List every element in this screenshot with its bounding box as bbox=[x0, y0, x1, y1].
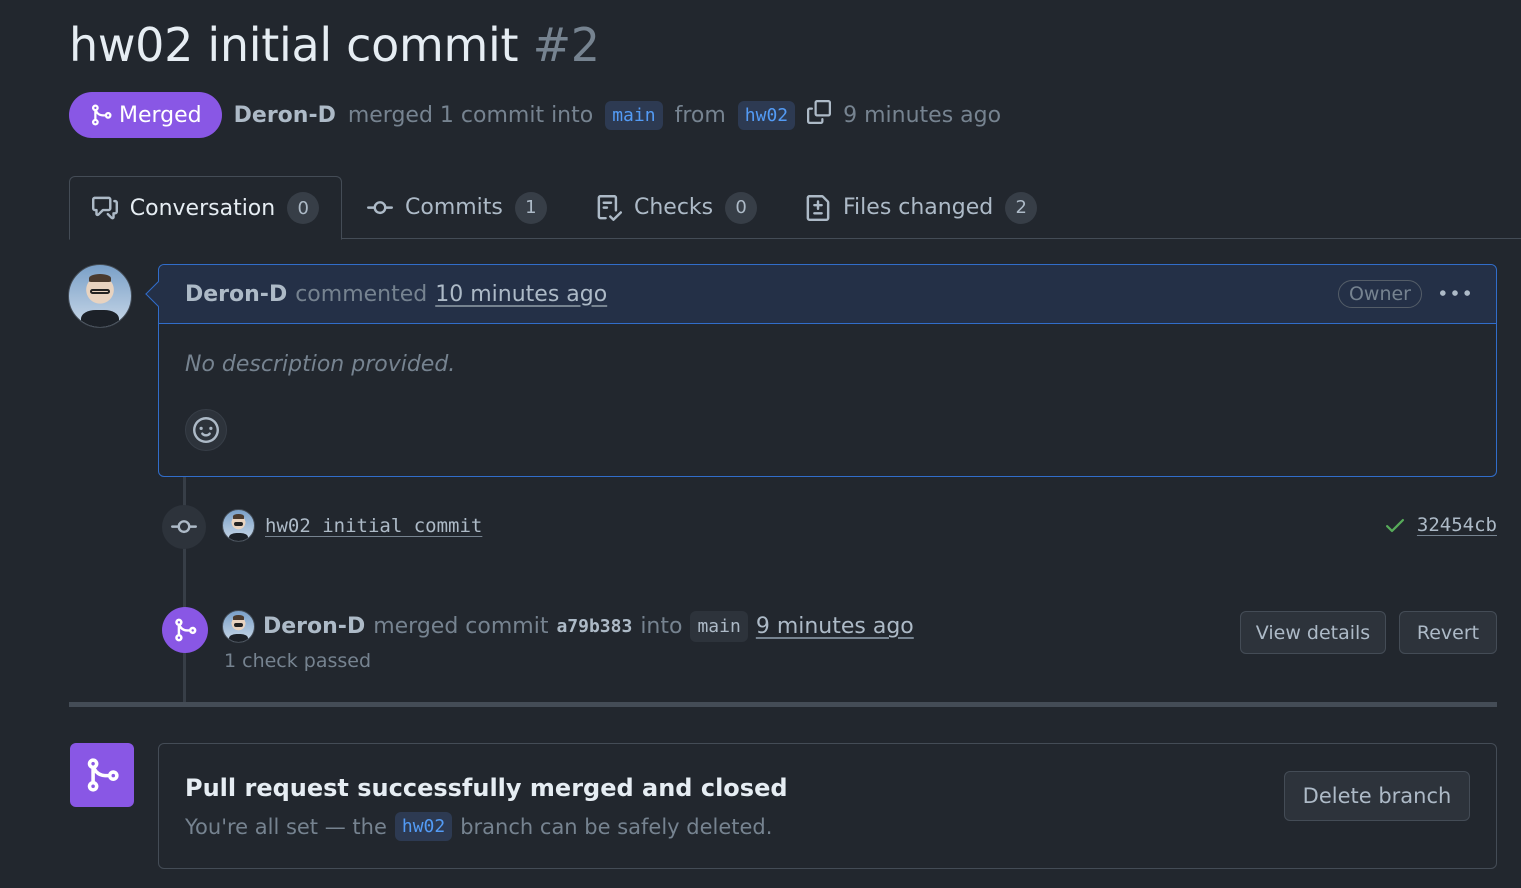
tab-commits-label: Commits bbox=[405, 195, 503, 220]
tab-files-changed[interactable]: Files changed 2 bbox=[805, 176, 1038, 239]
commit-sha-link[interactable]: 32454cb bbox=[1417, 514, 1497, 536]
tab-files-changed-count: 2 bbox=[1005, 191, 1038, 224]
delete-branch-button[interactable]: Delete branch bbox=[1284, 771, 1470, 821]
commit-avatar[interactable] bbox=[222, 509, 255, 542]
merge-time-link[interactable]: 9 minutes ago bbox=[756, 614, 914, 639]
state-badge: Merged bbox=[69, 92, 222, 138]
head-branch[interactable]: hw02 bbox=[737, 100, 796, 130]
pr-time: 9 minutes ago bbox=[843, 102, 1002, 128]
checks-status[interactable]: 1 check passed bbox=[224, 650, 371, 672]
tab-checks-count: 0 bbox=[725, 191, 758, 224]
revert-button[interactable]: Revert bbox=[1399, 611, 1497, 654]
git-commit-badge bbox=[162, 505, 206, 549]
git-merge-icon bbox=[87, 758, 119, 792]
timeline-divider bbox=[69, 702, 1497, 707]
tab-conversation-label: Conversation bbox=[129, 195, 276, 221]
merge-into: into bbox=[640, 614, 683, 639]
merge-avatar[interactable] bbox=[222, 610, 255, 643]
merge-event-badge bbox=[162, 607, 208, 653]
pr-description-comment: Deron-D commented 10 minutes ago Owner N… bbox=[145, 264, 1497, 477]
avatar[interactable] bbox=[68, 264, 132, 328]
copy-icon[interactable] bbox=[807, 100, 832, 130]
from-text: from bbox=[674, 102, 726, 128]
merge-author-link[interactable]: Deron-D bbox=[263, 614, 365, 639]
comment-body: No description provided. bbox=[185, 352, 456, 377]
git-merge-icon bbox=[92, 104, 112, 126]
pr-author-link[interactable]: Deron-D bbox=[234, 103, 336, 128]
git-commit-icon bbox=[171, 520, 197, 534]
tab-conversation[interactable]: Conversation 0 bbox=[69, 176, 342, 240]
check-icon[interactable] bbox=[1383, 513, 1407, 537]
merged-sub-suffix: branch can be safely deleted. bbox=[460, 814, 773, 839]
comment-discussion-icon bbox=[91, 196, 118, 220]
tab-commits-count: 1 bbox=[514, 191, 547, 224]
view-details-button[interactable]: View details bbox=[1240, 611, 1386, 654]
tab-commits[interactable]: Commits 1 bbox=[367, 176, 547, 239]
commit-message-link[interactable]: hw02 initial commit bbox=[265, 515, 482, 537]
merged-sub-prefix: You're all set — the bbox=[185, 814, 387, 839]
comment-action: commented bbox=[295, 281, 428, 307]
commit-item: hw02 initial commit bbox=[222, 509, 482, 542]
pr-tabs: Conversation 0 Commits 1 Checks 0 Files … bbox=[69, 176, 1521, 240]
comment-header: Deron-D commented 10 minutes ago Owner bbox=[159, 265, 1496, 324]
merged-status-box: Pull request successfully merged and clo… bbox=[158, 743, 1497, 869]
tab-files-changed-label: Files changed bbox=[843, 195, 994, 220]
merge-branch[interactable]: main bbox=[690, 611, 748, 642]
commit-sha-group: 32454cb bbox=[1383, 513, 1497, 537]
merge-event: Deron-D merged commit a79b383 into main … bbox=[222, 610, 914, 643]
owner-badge: Owner bbox=[1337, 280, 1422, 308]
merged-text: merged 1 commit into bbox=[347, 102, 594, 128]
page-title: hw02 initial commit #2 bbox=[69, 18, 600, 72]
tab-checks-label: Checks bbox=[634, 195, 714, 220]
pr-title: hw02 initial commit bbox=[69, 18, 519, 72]
base-branch[interactable]: main bbox=[605, 100, 663, 130]
git-commit-icon bbox=[367, 200, 393, 214]
git-merge-icon bbox=[175, 618, 197, 642]
merge-action: merged commit bbox=[373, 614, 549, 639]
comment-author-link[interactable]: Deron-D bbox=[185, 282, 287, 307]
merged-branch-chip[interactable]: hw02 bbox=[394, 812, 453, 841]
kebab-menu-icon[interactable] bbox=[1440, 279, 1470, 309]
checklist-icon bbox=[597, 194, 622, 221]
merged-title: Pull request successfully merged and clo… bbox=[185, 774, 788, 802]
tab-checks[interactable]: Checks 0 bbox=[596, 176, 758, 239]
merge-sha-link[interactable]: a79b383 bbox=[556, 616, 632, 637]
file-diff-icon bbox=[806, 194, 830, 221]
merged-status-icon bbox=[70, 743, 134, 807]
smiley-icon bbox=[193, 417, 219, 443]
pr-meta: Merged Deron-D merged 1 commit into main… bbox=[69, 92, 1001, 138]
add-reaction-button[interactable] bbox=[185, 409, 227, 451]
pr-number: #2 bbox=[532, 18, 601, 72]
state-label: Merged bbox=[119, 102, 202, 128]
comment-time-link[interactable]: 10 minutes ago bbox=[435, 282, 607, 307]
tab-conversation-count: 0 bbox=[287, 192, 320, 224]
merged-subtitle: You're all set — the hw02 branch can be … bbox=[185, 812, 772, 841]
